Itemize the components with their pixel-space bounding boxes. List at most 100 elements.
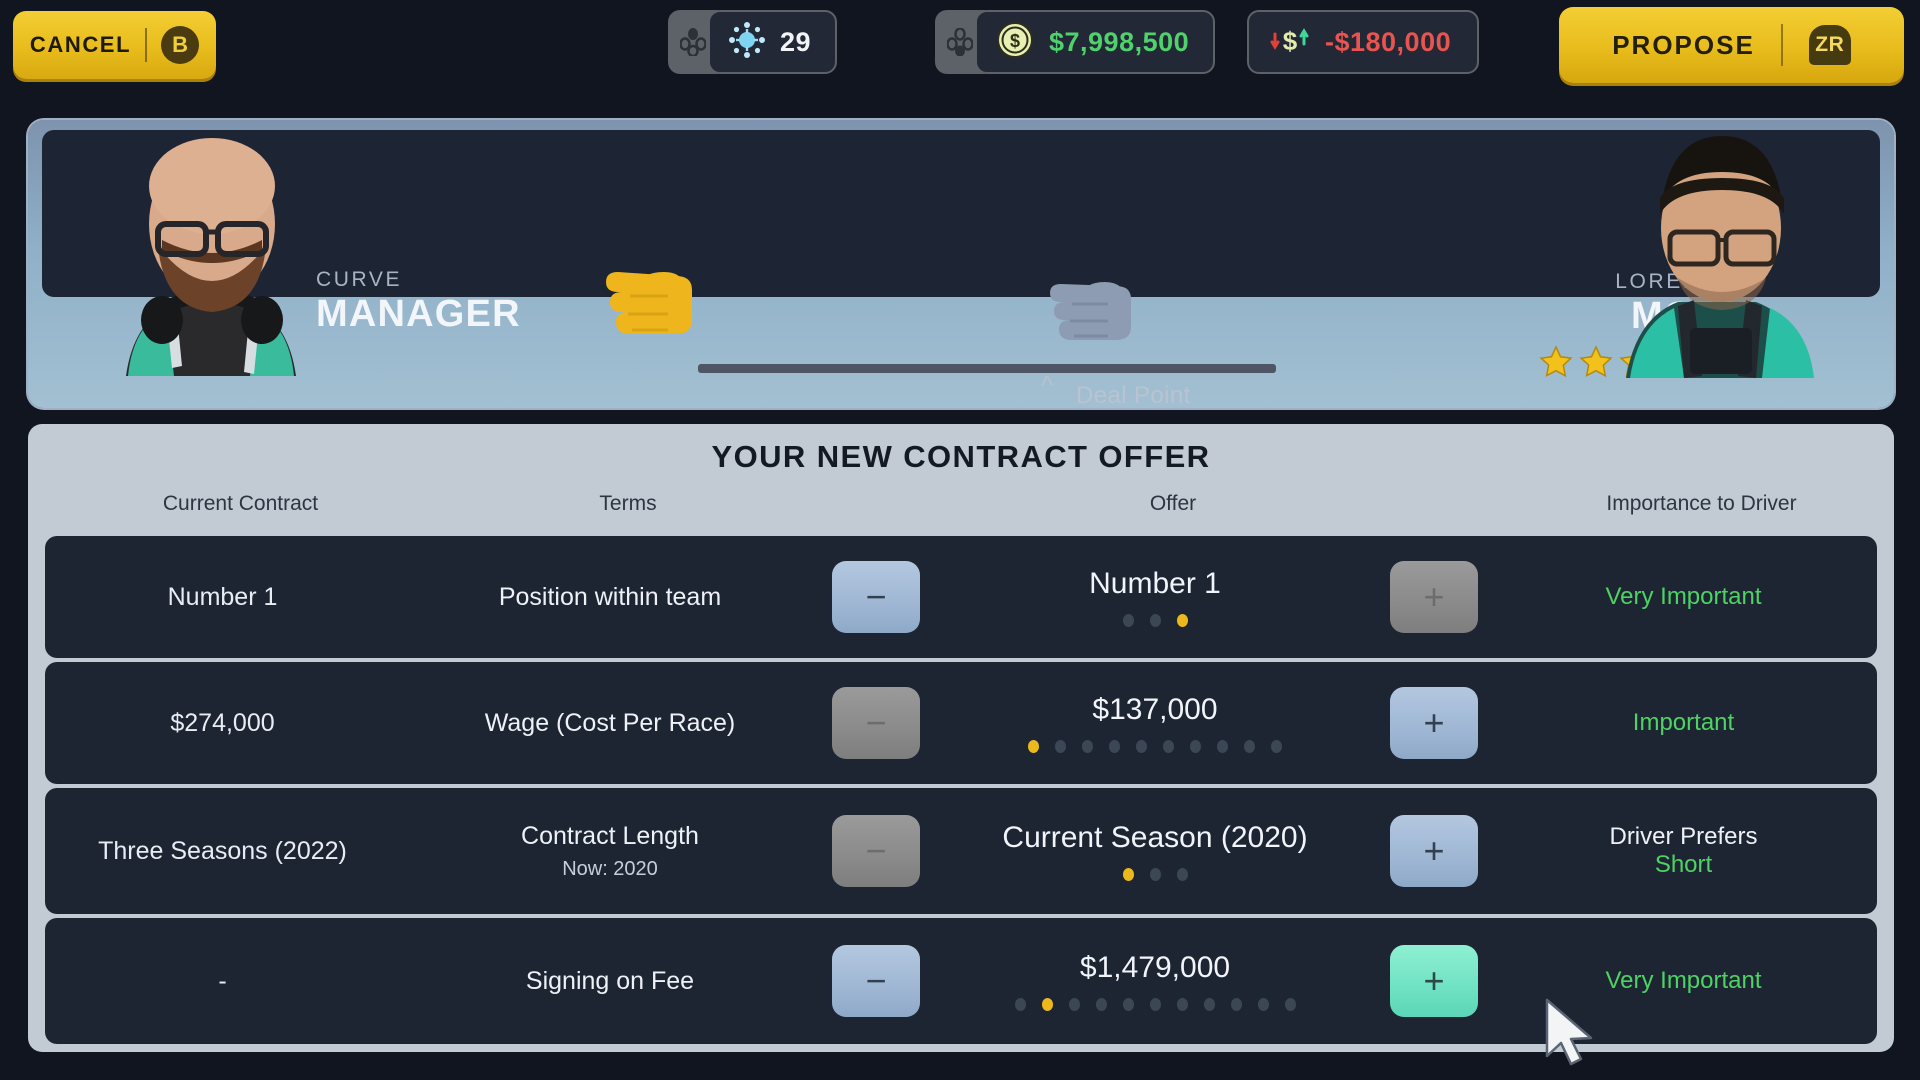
table-row: Number 1 Position within team − Number 1…	[45, 536, 1877, 658]
star-full-icon	[1539, 345, 1573, 378]
row-importance-label: Very Important	[1605, 967, 1762, 994]
svg-text:$: $	[1283, 26, 1298, 56]
row-offer-value: $137,000	[1092, 693, 1218, 726]
offer-dot	[1190, 740, 1201, 753]
offer-dot	[1176, 868, 1188, 881]
contract-rows: Number 1 Position within team − Number 1…	[45, 536, 1877, 1048]
decrease-button[interactable]: −	[832, 687, 920, 759]
row-stepper: − $1,479,000 +	[820, 918, 1490, 1044]
deal-point-marker-icon: ^	[1041, 370, 1054, 400]
offer-dot	[1149, 998, 1161, 1011]
increase-button[interactable]: +	[1390, 945, 1478, 1017]
offer-dot-active	[1041, 998, 1053, 1011]
row-offer-dots	[1122, 614, 1188, 627]
row-term-label: Position within team	[498, 582, 722, 611]
offer-dot	[1014, 998, 1026, 1011]
offer-dot	[1284, 998, 1296, 1011]
parts-icon	[728, 21, 766, 64]
propose-button-divider	[1780, 24, 1783, 66]
deal-point-label: Deal Point	[1076, 382, 1191, 408]
cancel-button-label: CANCEL	[29, 32, 132, 57]
decrease-button[interactable]: −	[832, 815, 920, 887]
resource-parts-body: 29	[708, 10, 838, 74]
row-importance-label: Very Important	[1605, 583, 1762, 610]
row-offer-value: $1,479,000	[1079, 951, 1231, 984]
mouse-cursor-icon	[1543, 998, 1601, 1073]
row-term-label: Contract Length	[521, 821, 699, 850]
decrease-button[interactable]: −	[832, 561, 920, 633]
offer-dot	[1109, 740, 1120, 753]
row-offer-value: Current Season (2020)	[1002, 821, 1308, 854]
offer-dot	[1257, 998, 1269, 1011]
row-importance: Driver Prefers Short	[1490, 823, 1877, 879]
svg-text:$: $	[1010, 31, 1020, 51]
column-header-importance: Importance to Driver	[1606, 492, 1797, 515]
b-button-icon: B	[161, 26, 200, 64]
manager-name-block: CURVE MANAGER	[316, 268, 521, 336]
row-offer-dots	[1122, 868, 1188, 881]
offer-dot	[1244, 740, 1255, 753]
increase-button[interactable]: +	[1390, 815, 1478, 887]
cancel-button-divider	[145, 28, 148, 62]
row-offer-dots	[1014, 998, 1296, 1011]
cashflow-value: -$180,000	[1325, 26, 1452, 57]
contract-offer-panel: YOUR NEW CONTRACT OFFER Current Contract…	[28, 424, 1894, 1052]
row-offer-value: Number 1	[1089, 567, 1221, 600]
offer-dot	[1203, 998, 1215, 1011]
offer-dot	[1176, 998, 1188, 1011]
propose-button[interactable]: PROPOSE ZR	[1559, 7, 1904, 83]
row-current-value: Three Seasons (2022)	[98, 836, 347, 865]
cashflow-icon: $	[1269, 20, 1311, 65]
offer-dot	[1068, 998, 1080, 1011]
increase-button[interactable]: +	[1390, 687, 1478, 759]
offer-dot	[1122, 998, 1134, 1011]
row-term: Wage (Cost Per Race)	[400, 709, 820, 738]
row-stepper: − Number 1 +	[820, 536, 1490, 658]
column-header-offer: Offer	[1149, 492, 1197, 515]
propose-button-label: PROPOSE	[1612, 29, 1755, 60]
row-term-label: Wage (Cost Per Race)	[484, 708, 736, 737]
resource-cashflow[interactable]: $ -$180,000	[1247, 10, 1480, 74]
manager-role-label: MANAGER	[316, 293, 521, 335]
row-term-label: Signing on Fee	[525, 966, 695, 995]
row-importance: Important	[1490, 709, 1877, 737]
contract-offer-title: YOUR NEW CONTRACT OFFER	[711, 439, 1211, 474]
resource-money[interactable]: $ $7,998,500	[935, 10, 1216, 74]
row-importance: Very Important	[1490, 967, 1877, 995]
row-current-value: Number 1	[167, 582, 278, 611]
cancel-button[interactable]: CANCEL B	[13, 11, 216, 79]
negotiation-panel: CURVE MANAGER ^ Deal Point LORENZO	[28, 120, 1894, 408]
column-header-current-contract: Current Contract	[162, 492, 319, 515]
row-importance-sublabel: Short	[1654, 851, 1713, 878]
offer-dot	[1149, 614, 1161, 627]
offer-dot	[1055, 740, 1066, 753]
offer-dot	[1271, 740, 1282, 753]
column-header-terms: Terms	[599, 492, 657, 515]
offer-dot-active	[1028, 740, 1039, 753]
row-importance-label: Important	[1632, 709, 1735, 736]
resource-money-body: $ $7,998,500	[975, 10, 1216, 74]
offer-dot-active	[1176, 614, 1188, 627]
offer-dot	[1136, 740, 1147, 753]
row-stepper: − $137,000 +	[820, 662, 1490, 784]
row-term: Signing on Fee	[400, 967, 820, 996]
row-term-sublabel: Now: 2020	[562, 857, 658, 880]
coin-dollar-icon: $	[995, 20, 1035, 65]
row-current-value: -	[218, 966, 227, 995]
deal-point-track	[698, 364, 1276, 373]
decrease-button[interactable]: −	[832, 945, 920, 1017]
offer-dot	[1082, 740, 1093, 753]
row-term: Position within team	[400, 583, 820, 612]
driver-portrait	[1574, 128, 1864, 408]
row-offer-dots	[1028, 740, 1282, 753]
pointing-hand-yellow-icon	[606, 270, 701, 353]
increase-button[interactable]: +	[1390, 561, 1478, 633]
row-importance-label: Driver Prefers	[1609, 823, 1758, 850]
offer-dot	[1095, 998, 1107, 1011]
row-current-value: $274,000	[170, 708, 275, 737]
offer-dot	[1149, 868, 1161, 881]
pointing-hand-grey-icon	[1050, 280, 1140, 359]
money-value: $7,998,500	[1049, 26, 1190, 57]
resource-parts[interactable]: 29	[668, 10, 838, 74]
offer-dot-active	[1122, 868, 1134, 881]
